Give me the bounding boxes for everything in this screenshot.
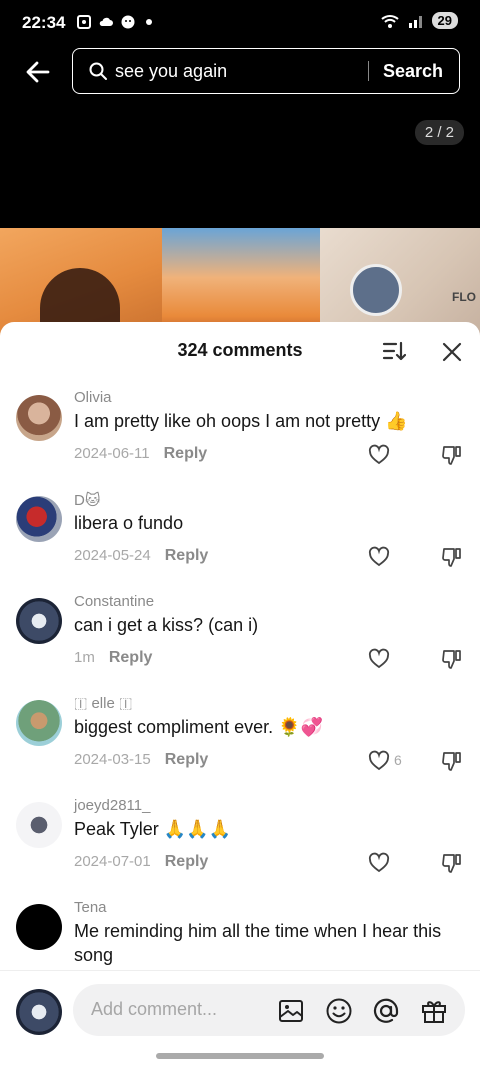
comment-text: libera o fundo xyxy=(74,513,184,533)
screen-record-icon xyxy=(77,15,91,29)
thumbnail-text: FLO xyxy=(452,290,476,304)
avatar[interactable] xyxy=(16,395,62,441)
comment-item: Olivia I am pretty like oh oops I am not… xyxy=(0,389,480,485)
dislike-icon[interactable] xyxy=(441,444,463,466)
comments-sheet: 324 comments Olivia I am pretty like oh … xyxy=(0,322,480,1066)
comment-input-placeholder: Add comment... xyxy=(91,999,218,1019)
comment-item: D🐱 libera o fundo 2024-05-24 Reply xyxy=(0,491,480,587)
comments-count-title: 324 comments xyxy=(177,340,303,360)
comment-date: 2024-07-01 xyxy=(74,853,151,870)
more-notifications-dot xyxy=(146,19,152,25)
reply-button[interactable]: Reply xyxy=(164,445,208,462)
comment-username[interactable]: Tena xyxy=(74,899,107,916)
comment-date: 2024-03-15 xyxy=(74,751,151,768)
dislike-icon[interactable] xyxy=(441,648,463,670)
heart-icon[interactable] xyxy=(368,750,390,772)
comment-meta: 2024-07-01 Reply xyxy=(74,853,208,871)
reply-button[interactable]: Reply xyxy=(165,751,209,768)
heart-icon[interactable] xyxy=(368,852,390,874)
comment-text: Me reminding him all the time when I hea… xyxy=(74,921,442,965)
avatar[interactable] xyxy=(16,598,62,644)
home-indicator[interactable] xyxy=(156,1053,324,1059)
comment-input[interactable]: Add comment... xyxy=(73,984,465,1036)
heart-icon[interactable] xyxy=(368,444,390,466)
page-counter: 2 / 2 xyxy=(414,120,464,145)
search-input[interactable]: see you again xyxy=(115,61,368,82)
dislike-icon[interactable] xyxy=(441,750,463,772)
reply-button[interactable]: Reply xyxy=(109,649,153,666)
comment-meta: 2024-05-24 Reply xyxy=(74,547,208,565)
signal-icon xyxy=(408,15,422,28)
emoji-icon[interactable] xyxy=(324,996,354,1026)
heart-icon[interactable] xyxy=(368,546,390,568)
reply-button[interactable]: Reply xyxy=(165,547,209,564)
comment-item: Constantine can i get a kiss? (can i) 1m… xyxy=(0,593,480,689)
sort-icon[interactable] xyxy=(382,340,406,362)
status-system-icons: 29 xyxy=(380,12,458,29)
app-notification-icon xyxy=(121,15,135,29)
comment-item: 🇮 elle 🇮 biggest compliment ever. 🌻💞 202… xyxy=(0,695,480,791)
screen: 22:34 29 see you again Search 2 / 2 FLO … xyxy=(0,0,480,1066)
comment-meta: 2024-03-15 Reply xyxy=(74,751,208,769)
heart-icon[interactable] xyxy=(368,648,390,670)
comment-text: I am pretty like oh oops I am not pretty… xyxy=(74,411,408,431)
comment-username[interactable]: Constantine xyxy=(74,593,154,610)
comment-meta: 2024-06-11 Reply xyxy=(74,445,207,463)
avatar[interactable] xyxy=(16,904,62,950)
comment-meta: 1m Reply xyxy=(74,649,152,667)
avatar[interactable] xyxy=(16,700,62,746)
comment-item: Tena Me reminding him all the time when … xyxy=(0,899,480,971)
comment-username[interactable]: D🐱 xyxy=(74,491,100,509)
status-bar: 22:34 29 xyxy=(0,0,480,46)
comment-username[interactable]: 🇮 elle 🇮 xyxy=(74,695,132,712)
comment-date: 2024-05-24 xyxy=(74,547,151,564)
status-notification-icons xyxy=(76,14,152,30)
comment-input-bar: Add comment... xyxy=(0,970,480,1066)
comment-text: can i get a kiss? (can i) xyxy=(74,615,259,635)
reply-button[interactable]: Reply xyxy=(165,853,209,870)
comment-date: 2024-06-11 xyxy=(74,445,150,462)
comment-text: Peak Tyler 🙏🙏🙏 xyxy=(74,819,231,839)
comment-username[interactable]: joeyd2811_ xyxy=(74,797,150,814)
dislike-icon[interactable] xyxy=(441,852,463,874)
search-bar[interactable]: see you again Search xyxy=(72,48,460,94)
my-avatar[interactable] xyxy=(16,989,62,1035)
comment-date: 1m xyxy=(74,649,95,666)
comments-header: 324 comments xyxy=(0,322,480,378)
comment-username[interactable]: Olivia xyxy=(74,389,112,406)
cloud-icon xyxy=(99,17,113,26)
back-arrow-icon[interactable] xyxy=(22,56,54,88)
avatar[interactable] xyxy=(16,496,62,542)
wifi-icon xyxy=(380,14,399,28)
comment-text: biggest compliment ever. 🌻💞 xyxy=(74,717,323,737)
search-icon xyxy=(89,62,107,80)
image-icon[interactable] xyxy=(276,996,306,1026)
like-count: 6 xyxy=(394,752,402,768)
dislike-icon[interactable] xyxy=(441,546,463,568)
gift-icon[interactable] xyxy=(419,996,449,1026)
avatar[interactable] xyxy=(16,802,62,848)
battery-indicator: 29 xyxy=(431,12,458,29)
mention-icon[interactable] xyxy=(371,996,401,1026)
close-icon[interactable] xyxy=(441,341,463,363)
status-time: 22:34 xyxy=(22,13,66,32)
comment-item: joeyd2811_ Peak Tyler 🙏🙏🙏 2024-07-01 Repl… xyxy=(0,797,480,893)
search-button[interactable]: Search xyxy=(369,61,459,82)
